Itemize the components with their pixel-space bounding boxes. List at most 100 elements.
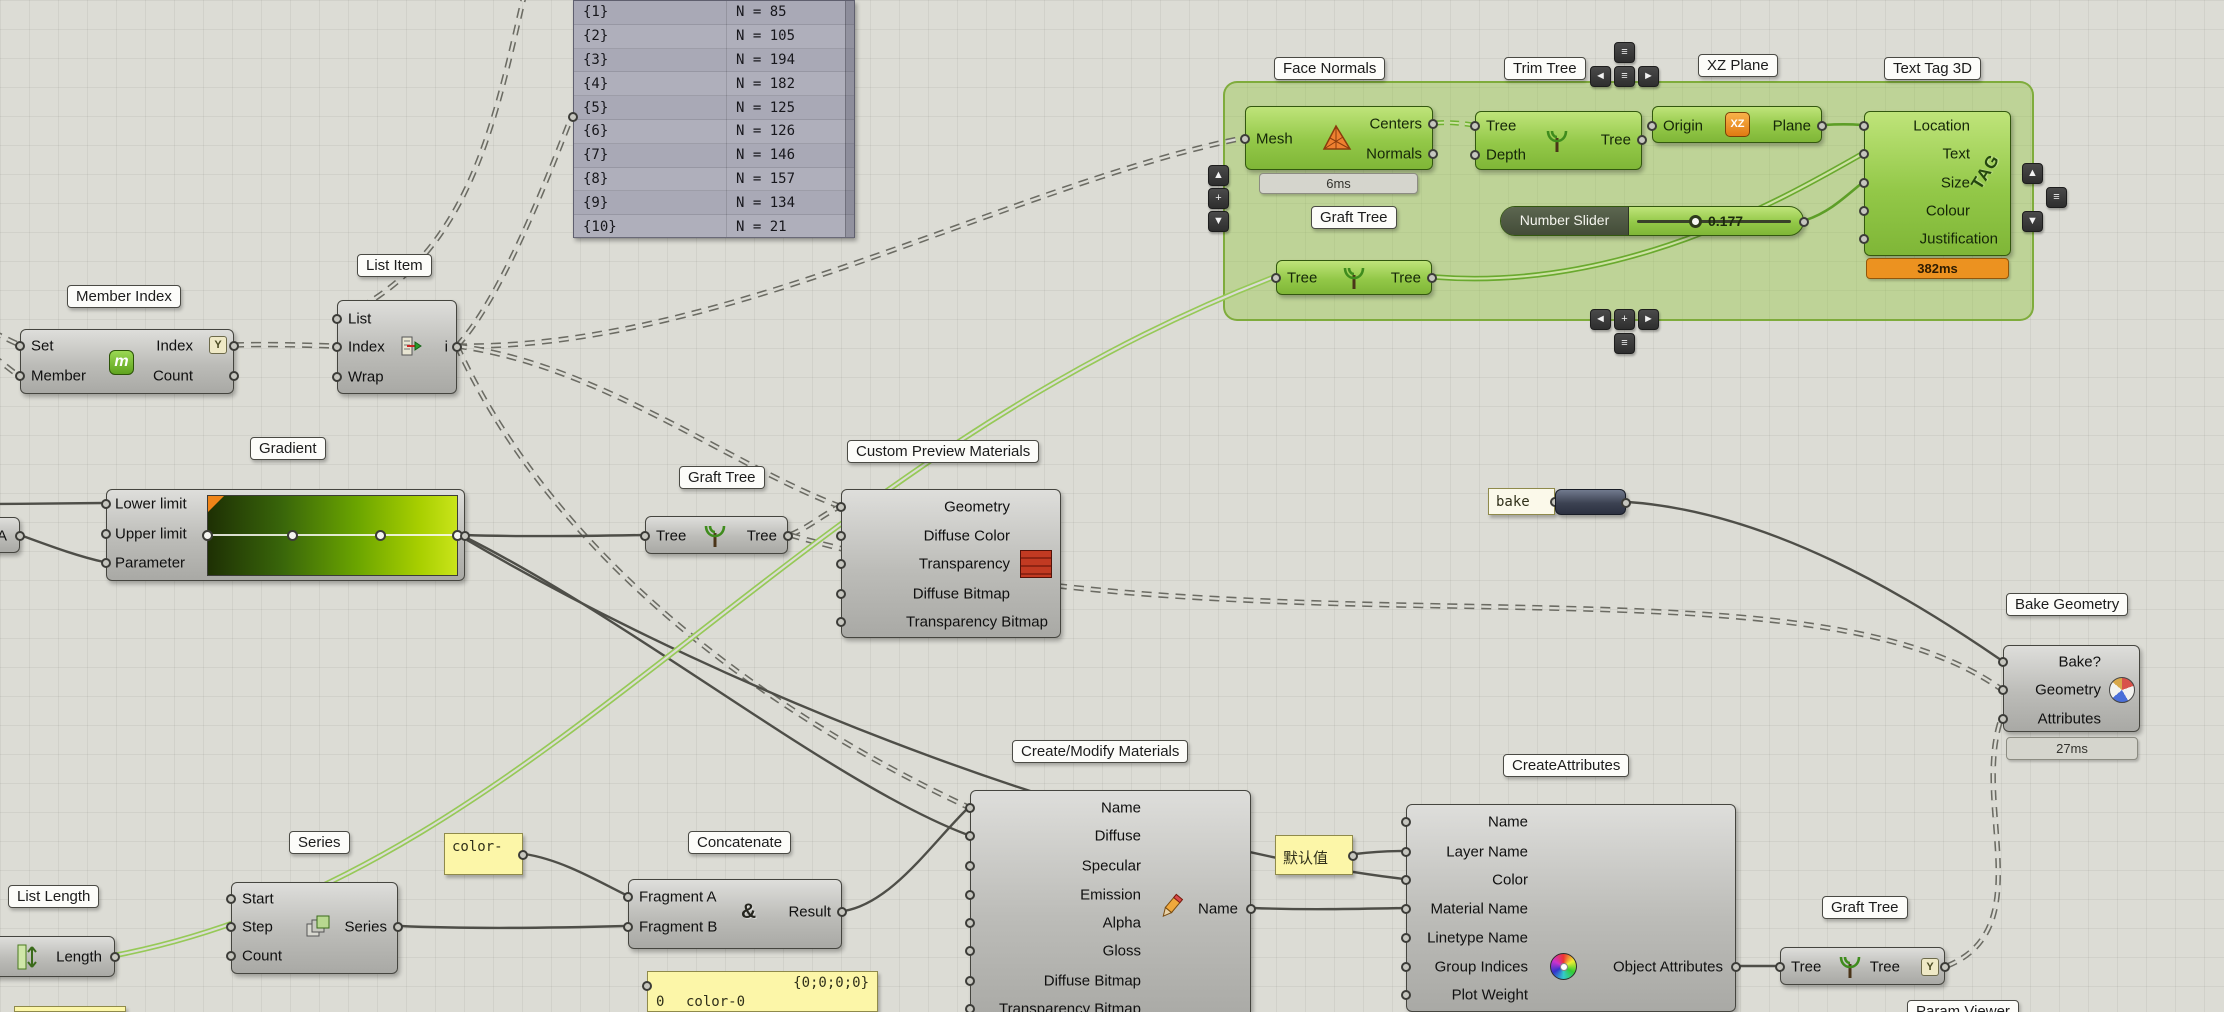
input-port[interactable] — [226, 951, 236, 961]
group-nav-plus-icon[interactable]: + — [1614, 309, 1635, 330]
group-nav-plus-icon[interactable]: + — [1208, 188, 1229, 209]
output-port[interactable] — [1731, 962, 1741, 972]
output-port[interactable] — [229, 341, 239, 351]
input-port[interactable] — [1470, 121, 1480, 131]
component-xz-plane[interactable]: Origin Plane XZ — [1647, 106, 1827, 143]
input-port[interactable] — [1401, 847, 1411, 857]
wire-a-to-parameter[interactable] — [19, 533, 105, 564]
input-port[interactable] — [101, 529, 111, 539]
default-value-panel[interactable]: 默认值 — [1275, 835, 1358, 875]
output-port[interactable] — [460, 531, 470, 541]
group-nav-down-icon[interactable]: ▼ — [1208, 211, 1229, 232]
input-port[interactable] — [101, 558, 111, 568]
input-port[interactable] — [640, 531, 650, 541]
input-port[interactable] — [1240, 134, 1250, 144]
result-panel[interactable]: {0;0;0;0} 0 color-0 — [642, 971, 878, 1012]
group-nav-left-icon[interactable]: ◄ — [1590, 66, 1611, 87]
component-graft-tree-mid[interactable]: Tree Tree — [640, 516, 793, 554]
number-slider[interactable]: Number Slider 0.177 — [1500, 206, 1809, 236]
bake-panel[interactable]: bake — [1488, 488, 1560, 515]
slider-knob[interactable] — [1689, 215, 1702, 228]
group-nav-list-icon[interactable]: ≡ — [1614, 42, 1635, 63]
component-create-attributes[interactable]: Name Layer Name Color Material Name Line… — [1401, 804, 1741, 1012]
group-nav-list-icon[interactable]: ≡ — [1614, 66, 1635, 87]
output-port[interactable] — [1428, 119, 1438, 129]
input-port[interactable] — [332, 342, 342, 352]
input-port[interactable] — [965, 890, 975, 900]
output-port[interactable] — [1799, 217, 1809, 227]
group-nav-up-icon[interactable]: ▲ — [1208, 165, 1229, 186]
input-port[interactable] — [332, 372, 342, 382]
input-port[interactable] — [1859, 206, 1869, 216]
input-port[interactable] — [226, 922, 236, 932]
input-port[interactable] — [965, 946, 975, 956]
component-series[interactable]: Start Step Count Series — [226, 882, 403, 974]
input-port[interactable] — [836, 559, 846, 569]
wire-in-lowerlimit[interactable] — [0, 501, 105, 506]
wire-gradient-to-graft[interactable] — [464, 533, 644, 538]
color-prefix-panel[interactable]: color- — [444, 833, 528, 875]
grasshopper-canvas[interactable]: {1} N = 85 {2} N = 105 {3} N = 194 {4} N = 1… — [0, 0, 2224, 1012]
input-port[interactable] — [965, 1004, 975, 1012]
component-list-length[interactable]: Length — [0, 936, 120, 977]
input-port[interactable] — [1401, 904, 1411, 914]
gradient-handle[interactable] — [202, 530, 213, 541]
group-nav-right-icon[interactable]: ► — [1638, 309, 1659, 330]
input-port[interactable] — [1470, 150, 1480, 160]
component-member-index[interactable]: Set Member Index Count m Y — [15, 329, 239, 394]
group-nav-right-icon[interactable]: ► — [1638, 66, 1659, 87]
component-param-a[interactable]: A — [0, 517, 25, 553]
component-graft-tree-bottom[interactable]: Tree Tree Y — [1775, 947, 1950, 985]
input-port[interactable] — [1998, 685, 2008, 695]
gradient-corner-marker[interactable] — [208, 496, 224, 512]
input-port[interactable] — [101, 499, 111, 509]
group-nav-left-icon[interactable]: ◄ — [1590, 309, 1611, 330]
input-port[interactable] — [1401, 933, 1411, 943]
output-port[interactable] — [393, 922, 403, 932]
input-port[interactable] — [1998, 714, 2008, 724]
input-port[interactable] — [623, 892, 633, 902]
input-port[interactable] — [1859, 149, 1869, 159]
gradient-handle[interactable] — [287, 530, 298, 541]
input-port[interactable] — [965, 831, 975, 841]
input-port[interactable] — [836, 531, 846, 541]
group-nav-up-icon[interactable]: ▲ — [2022, 163, 2043, 184]
input-port[interactable] — [965, 976, 975, 986]
wire-colorpanel-to-concatenate[interactable] — [524, 852, 627, 897]
wire-slider-to-size[interactable] — [1805, 181, 1863, 222]
input-port[interactable] — [623, 922, 633, 932]
wire-concatenate-to-name[interactable] — [843, 807, 969, 913]
input-port[interactable] — [1647, 121, 1657, 131]
input-port[interactable] — [1859, 121, 1869, 131]
output-port[interactable] — [110, 952, 120, 962]
input-port[interactable] — [1775, 962, 1785, 972]
wire-plane-to-location[interactable] — [1823, 122, 1863, 127]
output-port[interactable] — [452, 342, 462, 352]
output-port[interactable] — [518, 850, 528, 860]
component-graft-tree-group[interactable]: Tree Tree — [1271, 260, 1437, 295]
boolean-toggle[interactable] — [1555, 489, 1631, 515]
input-port[interactable] — [568, 112, 578, 122]
input-port[interactable] — [1859, 234, 1869, 244]
wire-default-to-layername[interactable] — [1354, 849, 1405, 856]
input-port[interactable] — [1998, 657, 2008, 667]
input-port[interactable] — [15, 371, 25, 381]
input-port[interactable] — [965, 918, 975, 928]
input-port[interactable] — [1401, 875, 1411, 885]
output-port[interactable] — [1637, 135, 1647, 145]
wire-toggle-to-bake[interactable] — [1627, 500, 2002, 661]
component-list-item[interactable]: List Index Wrap i — [332, 300, 462, 394]
component-face-normals[interactable]: Mesh Centers Normals — [1240, 106, 1438, 170]
gradient-handle[interactable] — [375, 530, 386, 541]
input-port[interactable] — [332, 314, 342, 324]
component-create-modify-materials[interactable]: Name Diffuse Specular Emission Alpha Glo… — [965, 790, 1256, 1012]
input-port[interactable] — [1401, 962, 1411, 972]
input-port[interactable] — [965, 861, 975, 871]
input-port[interactable] — [642, 981, 652, 991]
panel-cut[interactable] — [14, 1006, 126, 1012]
output-port[interactable] — [1940, 962, 1950, 972]
input-port[interactable] — [1859, 178, 1869, 188]
input-port[interactable] — [836, 502, 846, 512]
param-viewer-panel[interactable]: {1} N = 85 {2} N = 105 {3} N = 194 {4} N = 1… — [568, 0, 855, 239]
input-port[interactable] — [836, 589, 846, 599]
